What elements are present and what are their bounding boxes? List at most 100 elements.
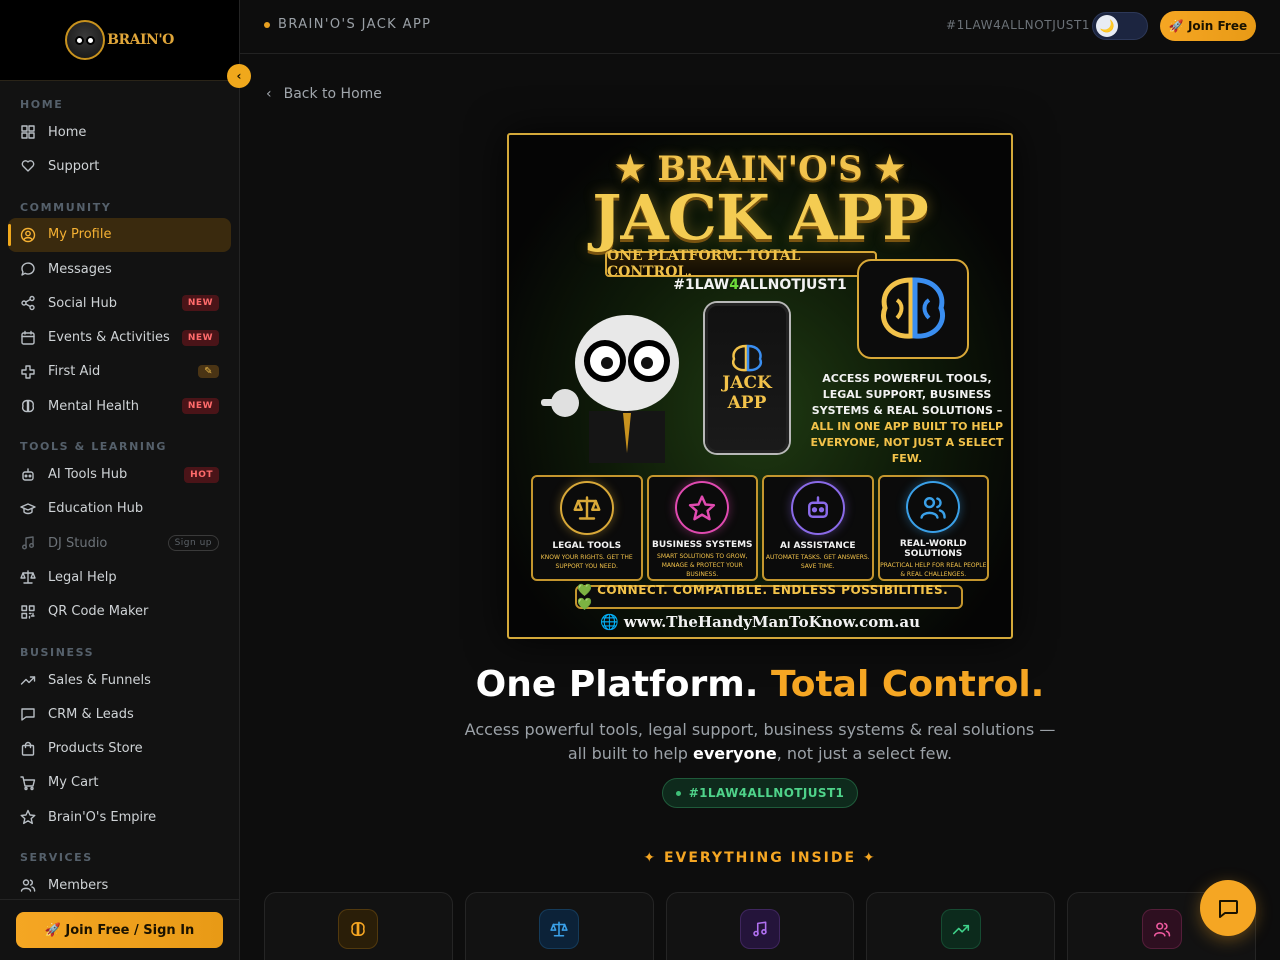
chat-bubble-icon bbox=[20, 261, 36, 277]
sidebar-item-label: Legal Help bbox=[48, 569, 117, 585]
sidebar-item-support[interactable]: Support bbox=[0, 149, 239, 183]
message-square-icon bbox=[20, 706, 36, 722]
chevron-left-icon: ‹ bbox=[266, 86, 272, 102]
sidebar-item-label: My Profile bbox=[48, 227, 112, 243]
section-label-everything-inside: ✦ EVERYTHING INSIDE ✦ bbox=[643, 850, 877, 866]
topbar-title: BRAIN'O'S JACK APP bbox=[264, 17, 431, 32]
chevron-left-icon: ‹ bbox=[236, 69, 242, 83]
nav-section-title: SERVICES bbox=[20, 851, 93, 865]
users-icon bbox=[20, 877, 36, 893]
chat-button[interactable] bbox=[1200, 880, 1256, 936]
sidebar-item-brain-o-s-empire[interactable]: Brain'O's Empire bbox=[0, 800, 239, 834]
sidebar-item-sales-funnels[interactable]: Sales & Funnels bbox=[0, 663, 239, 697]
sidebar-item-first-aid[interactable]: First Aid ✎ bbox=[0, 355, 239, 389]
sidebar-item-my-profile[interactable]: My Profile bbox=[8, 217, 231, 252]
sidebar-item-label: Members bbox=[48, 877, 109, 893]
hero-image-card: REAL-WORLD SOLUTIONS PRACTICAL HELP FOR R… bbox=[877, 475, 989, 581]
sidebar-item-label: Social Hub bbox=[48, 295, 117, 311]
sidebar-item-legal-help[interactable]: Legal Help bbox=[0, 560, 239, 594]
sidebar-item-qr-code-maker[interactable]: QR Code Maker bbox=[0, 595, 239, 629]
page-headline: One Platform. Total Control. bbox=[475, 664, 1045, 705]
nav-section-title: HOME bbox=[20, 98, 64, 111]
brain-icon bbox=[20, 398, 36, 414]
topbar: BRAIN'O'S JACK APP #1LAW4ALLNOTJUST1 🌙 🚀… bbox=[240, 0, 1280, 54]
sidebar-item-products-store[interactable]: Products Store bbox=[0, 731, 239, 765]
gear-icon bbox=[675, 481, 730, 534]
hero-promo-image: ★ BRAIN'O'S ★ JACK APP ONE PLATFORM. TOT… bbox=[507, 133, 1013, 639]
sidebar-item-badge: HOT bbox=[184, 466, 219, 483]
join-signin-button[interactable]: 🚀 Join Free / Sign In bbox=[16, 912, 223, 948]
sidebar-item-ai-tools-hub[interactable]: AI Tools Hub HOT bbox=[0, 457, 239, 491]
sidebar-item-label: QR Code Maker bbox=[48, 604, 149, 620]
feature-card[interactable] bbox=[665, 892, 855, 960]
hero-card-title: REAL-WORLD SOLUTIONS bbox=[899, 539, 967, 559]
grid-icon bbox=[20, 124, 36, 140]
sidebar-item-members[interactable]: Members bbox=[0, 868, 239, 899]
scales-icon bbox=[559, 481, 614, 535]
nav-section-title: COMMUNITY bbox=[20, 200, 112, 214]
nav-section-title: BUSINESS bbox=[20, 645, 95, 659]
share-icon bbox=[20, 295, 36, 311]
sidebar-item-label: Sales & Funnels bbox=[48, 672, 151, 688]
trending-up-icon bbox=[940, 909, 981, 949]
nav-section-title: TOOLS & LEARNING bbox=[20, 440, 168, 454]
sidebar-item-education-hub[interactable]: Education Hub bbox=[0, 492, 239, 526]
hero-card-subtitle: SMART SOLUTIONS TO GROW, MANAGE & PROTEC… bbox=[657, 553, 748, 578]
sidebar-item-label: Support bbox=[48, 158, 100, 174]
hero-image-phone: JACK APP bbox=[705, 303, 789, 453]
heart-hand-icon bbox=[20, 158, 36, 174]
hero-card-subtitle: KNOW YOUR RIGHTS. GET THE SUPPORT YOU NE… bbox=[540, 554, 633, 570]
hero-card-title: AI ASSISTANCE bbox=[780, 541, 856, 551]
sidebar-item-home[interactable]: Home bbox=[0, 115, 239, 149]
sidebar-item-badge: Sign up bbox=[167, 535, 219, 552]
feature-card[interactable] bbox=[264, 892, 453, 960]
sidebar-item-my-cart[interactable]: My Cart bbox=[0, 766, 239, 800]
sidebar-item-events-activities[interactable]: Events & Activities NEW bbox=[0, 320, 239, 354]
sidebar-item-crm-leads[interactable]: CRM & Leads bbox=[0, 697, 239, 731]
users-icon bbox=[906, 481, 961, 533]
topbar-title-text: BRAIN'O'S JACK APP bbox=[278, 17, 432, 32]
back-to-home-link[interactable]: ‹ Back to Home bbox=[266, 86, 382, 102]
sidebar-item-badge: ✎ bbox=[198, 365, 219, 379]
scales-icon bbox=[20, 569, 36, 585]
feature-card[interactable] bbox=[866, 892, 1056, 960]
theme-toggle[interactable]: 🌙 bbox=[1092, 12, 1148, 40]
sidebar-item-messages[interactable]: Messages bbox=[0, 252, 239, 286]
feature-card[interactable] bbox=[464, 892, 654, 960]
trending-up-icon bbox=[20, 672, 36, 688]
brand-logo[interactable]: BRAIN'O bbox=[65, 20, 174, 60]
first-aid-icon bbox=[20, 364, 36, 380]
sidebar-item-label: AI Tools Hub bbox=[48, 467, 128, 483]
collapse-sidebar-button[interactable]: ‹ bbox=[227, 64, 251, 88]
users-icon bbox=[1141, 909, 1182, 949]
hero-image-card: LEGAL TOOLS KNOW YOUR RIGHTS. GET THE SUP… bbox=[531, 475, 643, 581]
phone-text-line1: JACK bbox=[722, 373, 772, 393]
hero-image-url: 🌐 www.TheHandyManToKnow.com.au bbox=[599, 613, 921, 631]
sidebar-item-label: Brain'O's Empire bbox=[48, 809, 157, 825]
sidebar-item-social-hub[interactable]: Social Hub NEW bbox=[0, 286, 239, 320]
user-circle-icon bbox=[20, 227, 36, 243]
sidebar-item-badge: NEW bbox=[181, 295, 219, 312]
page-subheadline: Access powerful tools, legal support, bu… bbox=[464, 720, 1056, 763]
hero-image-description: ACCESS POWERFUL TOOLS, LEGAL SUPPORT, BU… bbox=[810, 372, 1004, 465]
moon-icon: 🌙 bbox=[1096, 15, 1118, 37]
graduation-cap-icon bbox=[20, 501, 36, 517]
hero-image-feature-cards: LEGAL TOOLS KNOW YOUR RIGHTS. GET THE SUP… bbox=[531, 475, 989, 581]
sidebar-item-dj-studio[interactable]: DJ Studio Sign up bbox=[0, 526, 239, 560]
main-content: ‹ Back to Home ★ BRAIN'O'S ★ JACK APP ON… bbox=[240, 54, 1280, 960]
cart-icon bbox=[20, 775, 36, 791]
chat-bubble-icon bbox=[1219, 900, 1238, 918]
sidebar-item-label: Events & Activities bbox=[48, 330, 170, 346]
sidebar-item-label: Education Hub bbox=[48, 501, 144, 517]
hero-card-title: BUSINESS SYSTEMS bbox=[651, 540, 753, 550]
sidebar-footer: 🚀 Join Free / Sign In bbox=[0, 899, 239, 960]
hero-image-banner: ONE PLATFORM. TOTAL CONTROL. bbox=[605, 248, 877, 280]
hero-image-card: BUSINESS SYSTEMS SMART SOLUTIONS TO GROW,… bbox=[646, 475, 758, 581]
brain-icon bbox=[732, 344, 762, 372]
sidebar-item-label: First Aid bbox=[48, 364, 101, 380]
hero-card-subtitle: PRACTICAL HELP FOR REAL PEOPLE & REAL CH… bbox=[880, 562, 987, 578]
join-free-button[interactable]: 🚀 Join Free bbox=[1160, 11, 1256, 41]
sidebar-item-mental-health[interactable]: Mental Health NEW bbox=[0, 389, 239, 423]
sidebar-item-badge: NEW bbox=[181, 329, 219, 346]
sidebar-nav: HOME Home Support COMMUNITY My Profile Messag… bbox=[0, 81, 239, 899]
